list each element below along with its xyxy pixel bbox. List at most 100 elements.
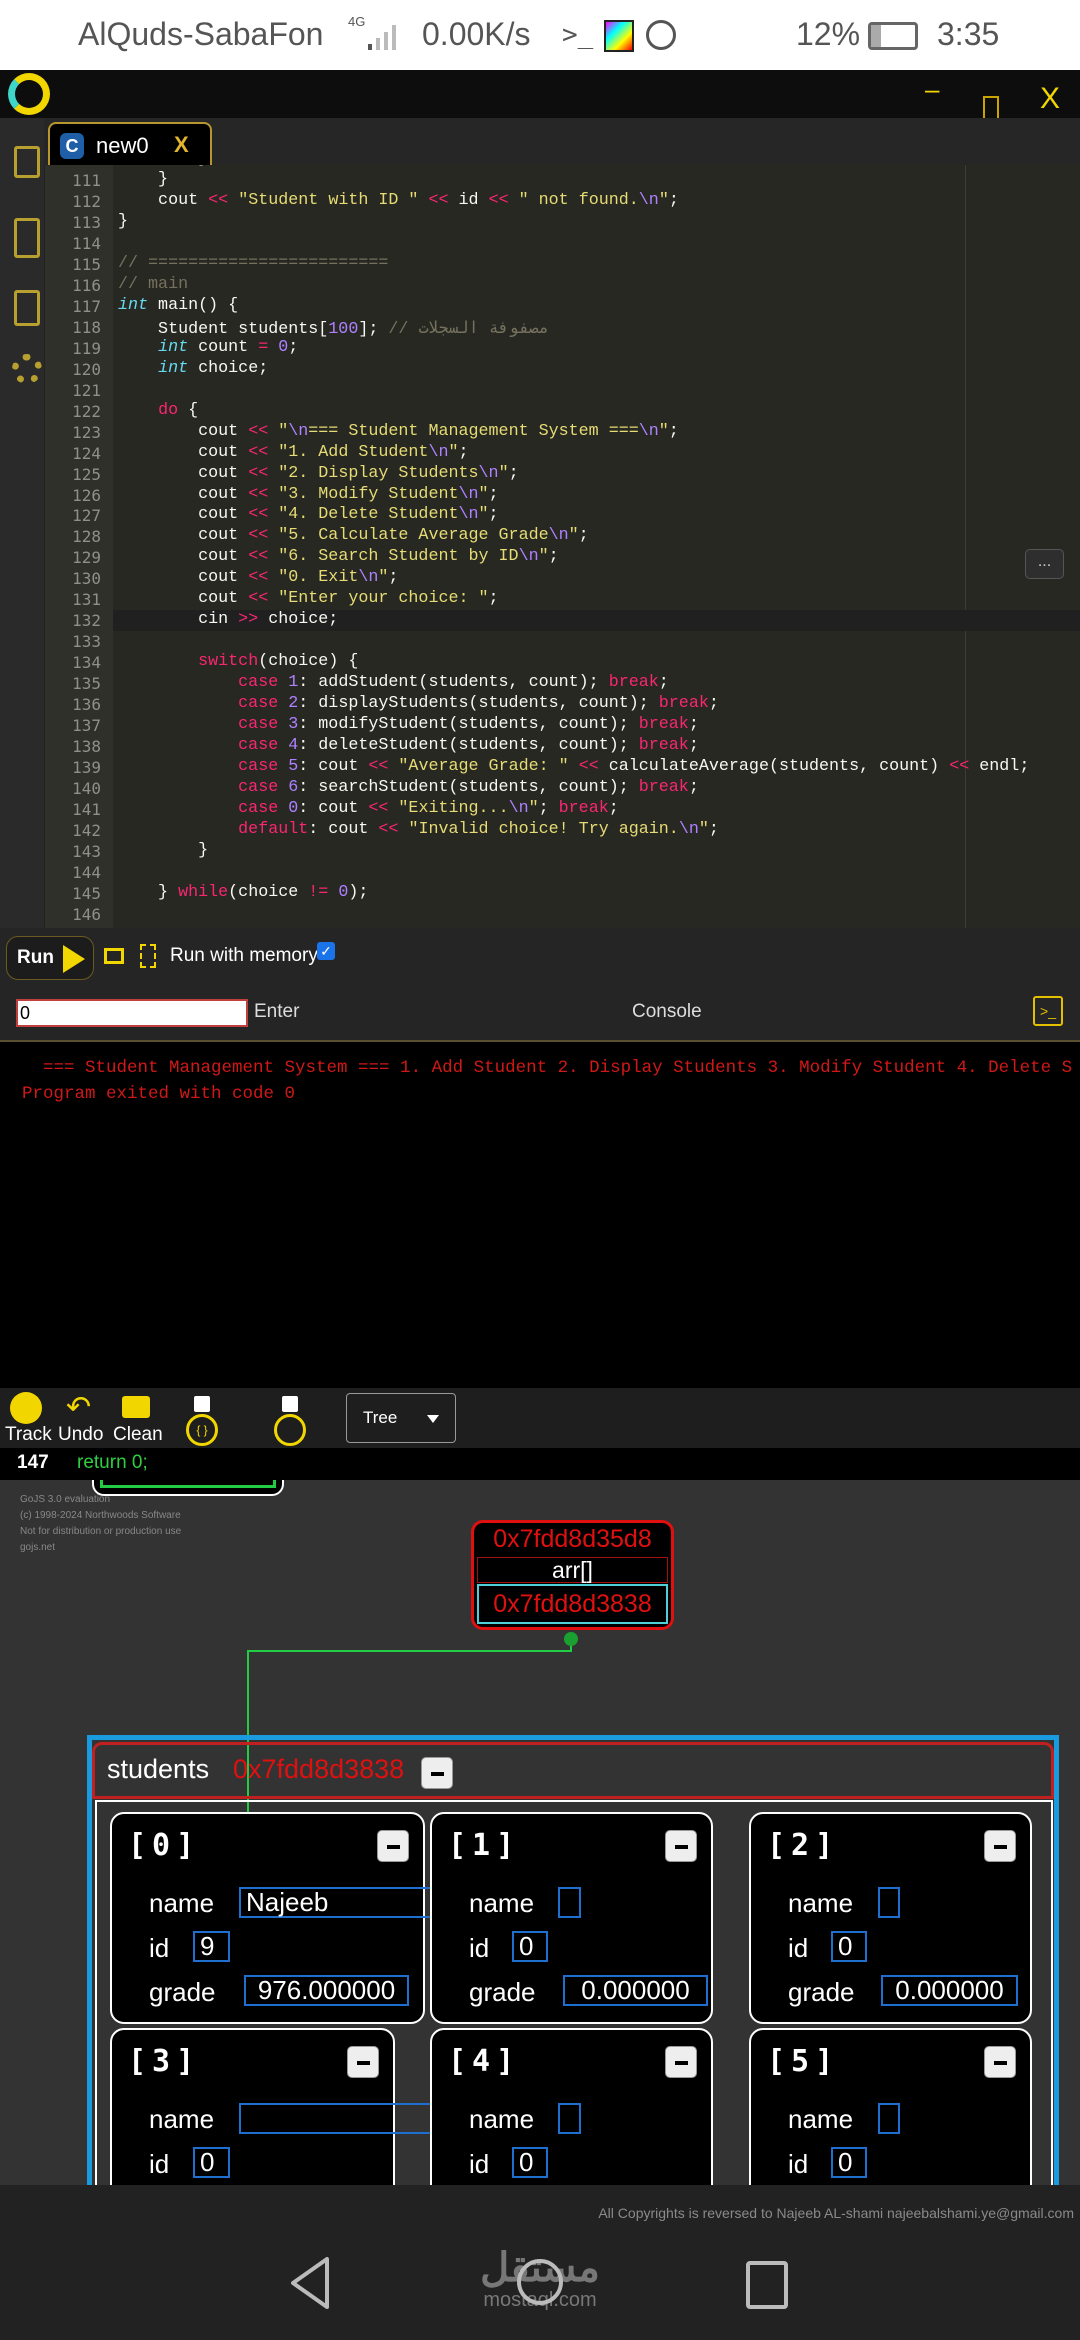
field-value-id[interactable]: 0 <box>831 1931 867 1962</box>
code-line[interactable]: cout << "\n=== Student Management System… <box>118 422 679 441</box>
maximize-button[interactable] <box>983 96 999 118</box>
array-element-card[interactable]: [4] name id 0 <box>430 2028 713 2185</box>
array-element-card[interactable]: [5] name id 0 <box>749 2028 1032 2185</box>
field-label-id: id <box>469 1933 490 1963</box>
view-select[interactable]: Tree <box>346 1393 456 1443</box>
code-line[interactable]: case 1: addStudent(students, count); bre… <box>118 673 669 692</box>
code-line[interactable]: cout << "Enter your choice: "; <box>118 589 498 608</box>
code-line[interactable]: Student students[100]; // مصفوفة السجلات <box>118 317 549 339</box>
code-line[interactable]: case 3: modifyStudent(students, count); … <box>118 715 699 734</box>
code-line[interactable]: cout << "0. Exit\n"; <box>118 568 398 587</box>
console-input[interactable] <box>16 999 248 1027</box>
code-token: >> <box>238 610 259 630</box>
add-file-icon[interactable] <box>14 218 40 258</box>
code-line[interactable]: } <box>118 212 128 231</box>
save-icon[interactable] <box>14 146 40 178</box>
code-line[interactable]: } while(choice != 0); <box>118 883 368 902</box>
recents-icon[interactable] <box>746 2261 788 2309</box>
code-token: << <box>368 757 389 777</box>
array-element-card[interactable]: [1] name id 0 grade 0.000000 <box>430 1812 713 2024</box>
array-element-card[interactable]: [0] name Najeeb id 9 grade 976.000000 <box>110 1812 477 2024</box>
timer-checkbox[interactable] <box>282 1396 298 1412</box>
run-with-memory-checkbox[interactable]: ✓ <box>317 942 335 960</box>
terminal-icon[interactable]: >_ <box>1033 996 1063 1026</box>
collapse-element-button[interactable] <box>665 2046 697 2078</box>
collapse-element-button[interactable] <box>665 1830 697 1862</box>
code-line[interactable]: case 4: deleteStudent(students, count); … <box>118 736 699 755</box>
collapse-element-button[interactable] <box>347 2046 379 2078</box>
memory-diagram[interactable]: GoJS 3.0 evaluation (c) 1998-2024 Northw… <box>0 1480 1080 2185</box>
collapse-element-button[interactable] <box>377 1830 409 1862</box>
code-line[interactable]: // main <box>118 275 188 294</box>
clean-monitor-icon[interactable] <box>122 1396 150 1418</box>
field-value-id[interactable]: 0 <box>512 2147 548 2178</box>
minimize-button[interactable]: – <box>925 74 939 105</box>
close-window-button[interactable]: X <box>1040 82 1060 116</box>
settings-gear-icon[interactable] <box>12 354 42 384</box>
code-line[interactable]: case 6: searchStudent(students, count); … <box>118 778 699 797</box>
track-button[interactable]: Track <box>5 1424 52 1446</box>
code-line[interactable]: do { <box>118 401 198 420</box>
code-line[interactable]: cin >> choice; <box>118 610 338 629</box>
collapse-element-button[interactable] <box>984 1830 1016 1862</box>
back-icon[interactable] <box>285 2255 335 2311</box>
scope-checkbox[interactable] <box>194 1396 210 1412</box>
code-line[interactable]: cout << "5. Calculate Average Grade\n"; <box>118 526 589 545</box>
field-value-grade[interactable]: 0.000000 <box>881 1975 1018 2006</box>
code-line[interactable]: default: cout << "Invalid choice! Try ag… <box>118 820 719 839</box>
code-line[interactable]: cout << "3. Modify Student\n"; <box>118 485 498 504</box>
undo-button[interactable]: Undo <box>58 1424 103 1446</box>
field-label-id: id <box>469 2149 490 2179</box>
more-options-button[interactable]: ... <box>1025 549 1064 579</box>
code-token: << <box>248 505 269 525</box>
collapse-array-button[interactable] <box>421 1757 453 1789</box>
code-line[interactable]: int main() { <box>118 296 238 315</box>
code-editor[interactable]: 1101111121131141151161171181191201211221… <box>45 165 1080 928</box>
array-element-card[interactable]: [2] name id 0 grade 0.000000 <box>749 1812 1032 2024</box>
home-icon[interactable] <box>517 2259 563 2305</box>
tab-close-button[interactable]: X <box>174 132 189 158</box>
field-value-id[interactable]: 0 <box>193 2147 230 2178</box>
field-value-name[interactable] <box>558 2103 581 2134</box>
field-label-name: name <box>469 2104 535 2134</box>
code-line[interactable]: } <box>118 170 168 189</box>
code-line[interactable]: cout << "4. Delete Student\n"; <box>118 505 498 525</box>
open-file-icon[interactable] <box>14 290 40 326</box>
enter-button[interactable]: Enter <box>254 1001 299 1023</box>
clean-button[interactable]: Clean <box>113 1424 163 1446</box>
code-token: switch <box>198 652 259 672</box>
code-line[interactable]: // ======================== <box>118 254 388 273</box>
code-line[interactable]: cout << "Student with ID " << id << " no… <box>118 191 679 210</box>
field-value-id[interactable]: 0 <box>512 1931 548 1962</box>
field-value-name[interactable] <box>878 2103 900 2134</box>
code-line[interactable]: case 2: displayStudents(students, count)… <box>118 694 719 713</box>
code-token: 5 <box>288 757 299 777</box>
code-line[interactable]: cout << "1. Add Student\n"; <box>118 443 468 462</box>
code-line[interactable]: } <box>118 165 208 168</box>
collapse-element-button[interactable] <box>984 2046 1016 2078</box>
field-value-name[interactable] <box>558 1887 581 1918</box>
code-line[interactable]: int count = 0; <box>118 338 298 357</box>
undo-icon[interactable]: ↶ <box>66 1390 91 1425</box>
code-line[interactable]: cout << "6. Search Student by ID\n"; <box>118 547 559 566</box>
track-runner-icon[interactable] <box>10 1392 42 1424</box>
code-line[interactable]: case 5: cout << "Average Grade: " << cal… <box>118 757 1029 776</box>
array-element-card[interactable]: [3] name id 0 <box>110 2028 477 2185</box>
code-line[interactable]: cout << "2. Display Students\n"; <box>118 464 518 483</box>
field-value-grade[interactable]: 976.000000 <box>244 1975 409 2006</box>
tab-new0[interactable]: C new0 X <box>48 122 212 166</box>
code-line[interactable]: } <box>118 841 208 860</box>
field-value-id[interactable]: 9 <box>193 1931 230 1962</box>
code-line[interactable]: case 0: cout << "Exiting...\n"; break; <box>118 799 619 818</box>
field-value-id[interactable]: 0 <box>831 2147 867 2178</box>
field-value-grade[interactable]: 0.000000 <box>563 1975 708 2006</box>
code-line[interactable]: int choice; <box>118 359 268 378</box>
run-button[interactable]: Run <box>6 936 94 980</box>
flowchart-icon[interactable] <box>140 944 156 968</box>
students-array-container[interactable]: students 0x7fdd8d3838 [0] name Najeeb id 9 gr… <box>87 1735 1059 2185</box>
field-value-name[interactable] <box>878 1887 900 1918</box>
code-line[interactable]: switch(choice) { <box>118 652 358 671</box>
memory-icon[interactable] <box>104 948 124 964</box>
line-number: 130 <box>72 569 101 589</box>
clock: 3:35 <box>937 16 1000 52</box>
